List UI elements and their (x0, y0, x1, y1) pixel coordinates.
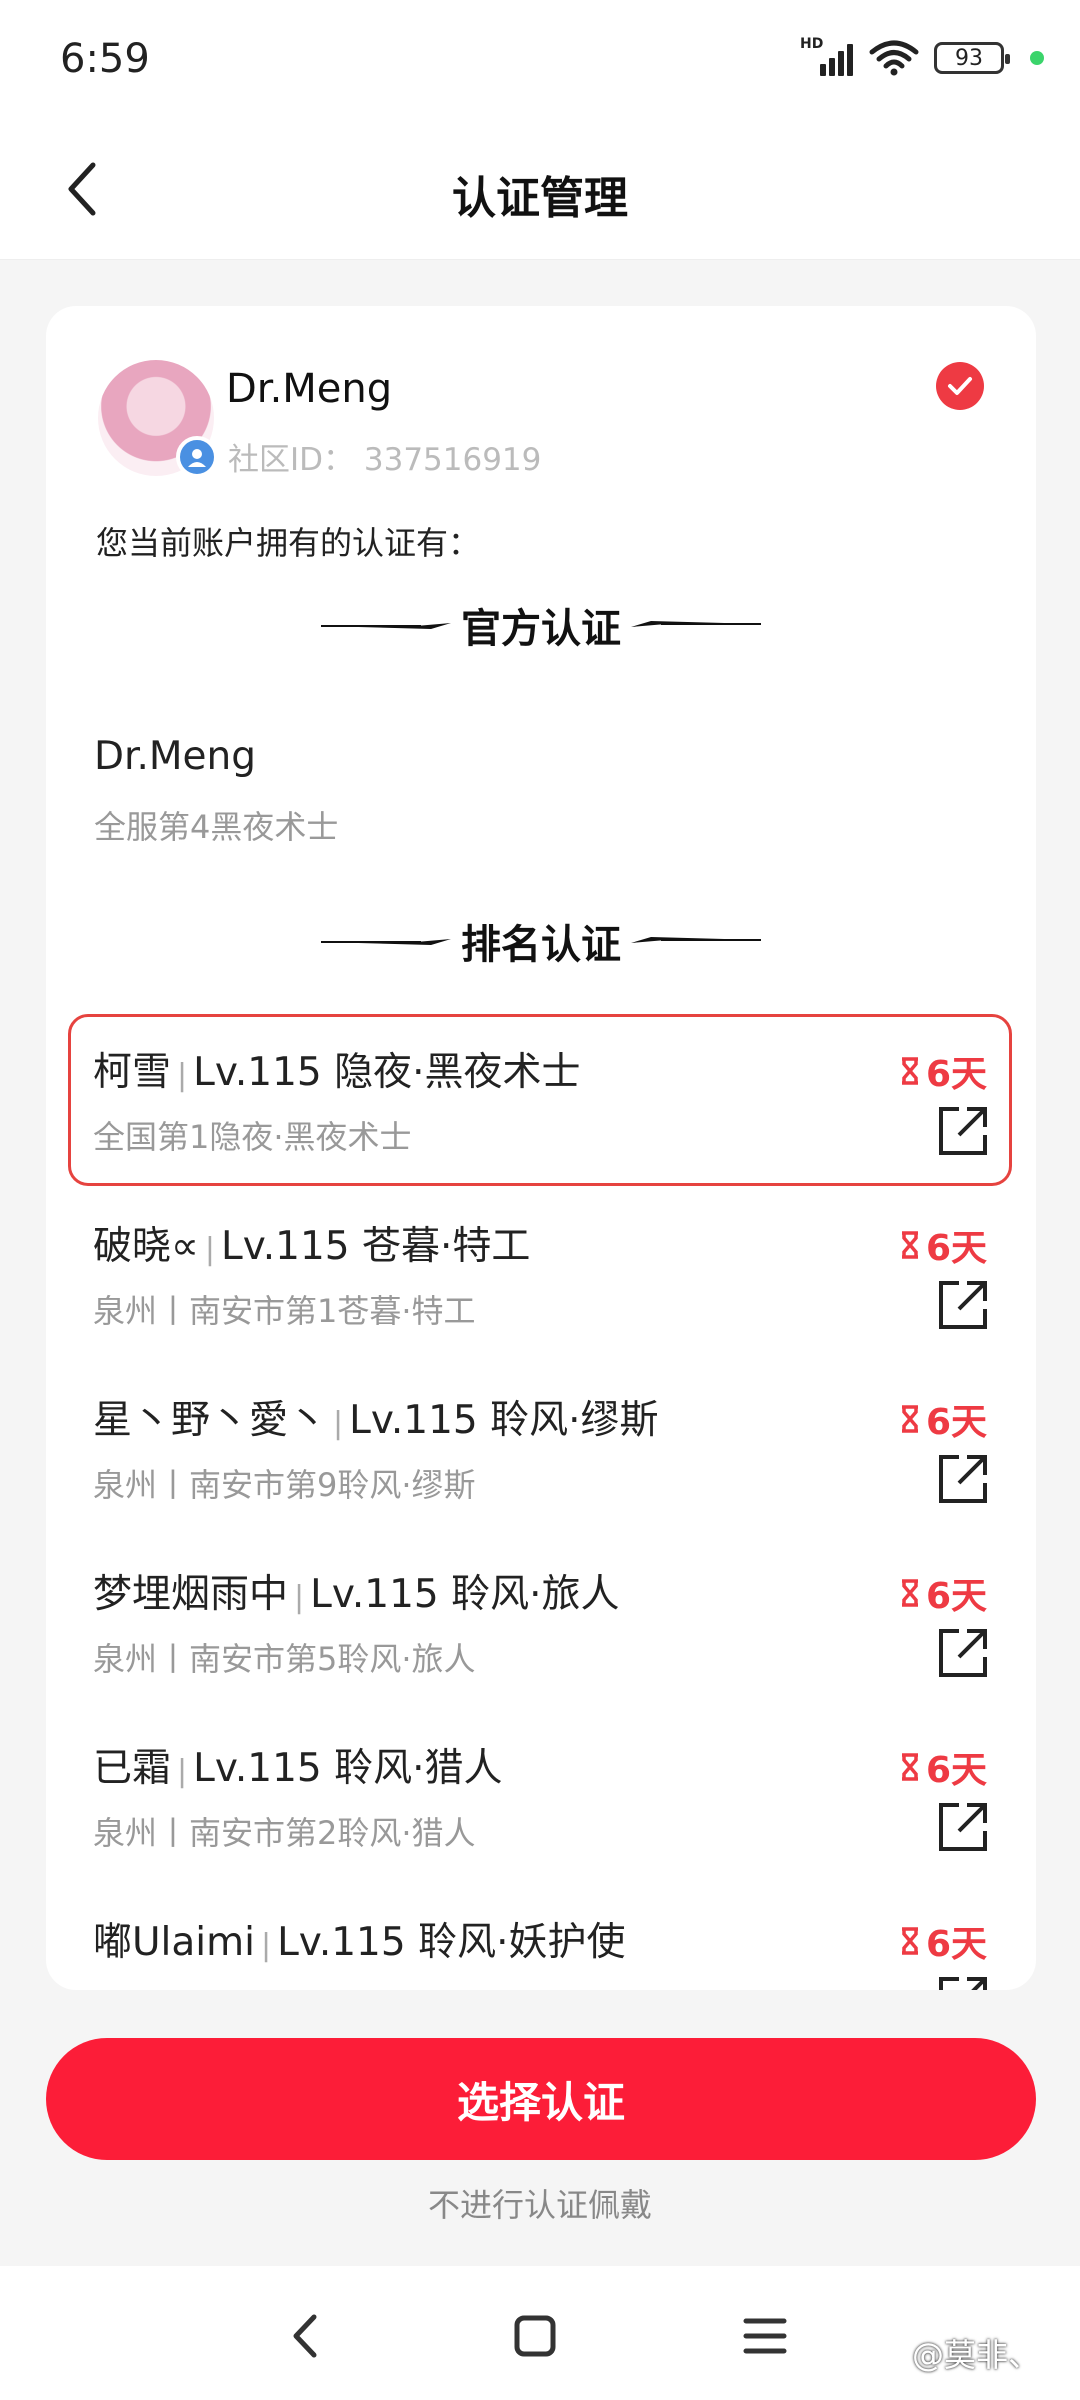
external-link-icon[interactable] (937, 1453, 989, 1505)
official-header-label: 官方认证 (461, 606, 621, 652)
separator: | (177, 1058, 188, 1093)
separator: | (204, 1232, 215, 1267)
hourglass-icon (901, 1579, 918, 1607)
ranking-days-badge: 6天 (898, 1915, 987, 1967)
battery-level: 93 (955, 45, 983, 71)
watermark: @莫非、 (911, 2336, 1040, 2374)
ranking-sub: 泉州丨南安市第5聆风·旅人 (93, 1640, 476, 1678)
ranking-detail: Lv.115 聆风·旅人 (310, 1572, 620, 1617)
decorative-line-right-icon (631, 621, 761, 627)
ranking-days: 6天 (925, 1750, 987, 1791)
square-icon (514, 2315, 556, 2357)
battery-icon: 93 (934, 42, 1010, 74)
ranking-title: 嘟Ulaimi | Lv.115 聆风·妖护使 (93, 1911, 625, 1967)
status-bar: 6:59 HD 93 (0, 0, 1080, 120)
ranking-detail: Lv.115 聆风·缪斯 (349, 1398, 659, 1443)
status-time: 6:59 (60, 36, 150, 82)
ranking-title: 梦埋烟雨中 | Lv.115 聆风·旅人 (93, 1563, 620, 1619)
intro-text: 您当前账户拥有的认证有： (96, 524, 481, 562)
hourglass-icon (901, 1405, 918, 1433)
menu-icon (743, 2318, 787, 2354)
ranking-item[interactable]: 梦埋烟雨中 | Lv.115 聆风·旅人 泉州丨南安市第5聆风·旅人 6天 (68, 1536, 1012, 1708)
ranking-sub: 泉州丨南安市第9聆风·缪斯 (93, 1466, 476, 1504)
ranking-header-label: 排名认证 (461, 922, 621, 968)
system-back-button[interactable] (275, 2306, 335, 2366)
avatar-badge-icon (176, 436, 218, 478)
separator: | (260, 1928, 272, 1963)
ranking-item[interactable]: 嘟Ulaimi | Lv.115 聆风·妖护使 6天 (68, 1884, 1012, 1990)
ranking-days-badge: 6天 (898, 1045, 987, 1097)
ranking-title: 星丶野丶愛丶 | Lv.115 聆风·缪斯 (93, 1389, 659, 1445)
ranking-section-header: 排名认证 (46, 912, 1036, 970)
select-certification-button[interactable]: 选择认证 (46, 2038, 1036, 2160)
separator: | (333, 1406, 344, 1441)
ranking-name: 嘟Ulaimi (93, 1920, 255, 1965)
ranking-name: 柯雪 (93, 1050, 172, 1095)
ranking-name: 星丶野丶愛丶 (93, 1398, 328, 1443)
separator: | (294, 1580, 305, 1615)
ranking-days-badge: 6天 (898, 1219, 987, 1271)
hourglass-icon (901, 1753, 918, 1781)
decorative-line-left-icon (321, 623, 451, 629)
official-desc: 全服第4黑夜术士 (94, 808, 339, 846)
decorative-line-right-icon (631, 937, 761, 943)
external-link-icon[interactable] (937, 1105, 989, 1157)
ranking-title: 破晓∝ | Lv.115 苍暮·特工 (93, 1215, 530, 1271)
ranking-detail: Lv.115 隐夜·黑夜术士 (193, 1050, 581, 1095)
hourglass-icon (901, 1927, 918, 1955)
status-icons: HD 93 (800, 36, 1044, 76)
ranking-item[interactable]: 破晓∝ | Lv.115 苍暮·特工 泉州丨南安市第1苍暮·特工 6天 (68, 1188, 1012, 1360)
ranking-name: 梦埋烟雨中 (93, 1572, 289, 1617)
system-nav-bar: @莫非、 (0, 2266, 1080, 2400)
ranking-days-badge: 6天 (898, 1741, 987, 1793)
ranking-days: 6天 (925, 1576, 987, 1617)
ranking-item[interactable]: 已霜 | Lv.115 聆风·猎人 泉州丨南安市第2聆风·猎人 6天 (68, 1710, 1012, 1882)
ranking-detail: Lv.115 苍暮·特工 (220, 1224, 531, 1269)
community-id: 社区ID： 337516919 (228, 442, 542, 478)
external-link-icon[interactable] (937, 1627, 989, 1679)
ranking-sub: 泉州丨南安市第1苍暮·特工 (93, 1292, 476, 1330)
ranking-days-badge: 6天 (898, 1567, 987, 1619)
ranking-days-badge: 6天 (898, 1393, 987, 1445)
chevron-left-icon (293, 2314, 317, 2358)
system-menu-button[interactable] (735, 2306, 795, 2366)
ranking-item[interactable]: 星丶野丶愛丶 | Lv.115 聆风·缪斯 泉州丨南安市第9聆风·缪斯 6天 (68, 1362, 1012, 1534)
ranking-detail: Lv.115 聆风·猎人 (193, 1746, 503, 1791)
nav-bar: 认证管理 (0, 120, 1080, 260)
external-link-icon[interactable] (937, 1801, 989, 1853)
decorative-line-left-icon (321, 939, 451, 945)
hourglass-icon (901, 1231, 918, 1259)
signal-icon: HD (800, 36, 854, 76)
separator: | (177, 1754, 188, 1789)
ranking-sub: 全国第1隐夜·黑夜术士 (93, 1118, 412, 1156)
privacy-dot-icon (1030, 51, 1044, 65)
ranking-days: 6天 (925, 1054, 987, 1095)
ranking-name: 已霜 (93, 1746, 172, 1791)
external-link-icon[interactable] (937, 1279, 989, 1331)
page-title: 认证管理 (452, 173, 628, 224)
ranking-sub: 泉州丨南安市第2聆风·猎人 (93, 1814, 476, 1852)
official-name: Dr.Meng (94, 734, 256, 779)
external-link-icon[interactable] (937, 1975, 989, 1990)
ranking-item-selected[interactable]: 柯雪 | Lv.115 隐夜·黑夜术士 全国第1隐夜·黑夜术士 6天 (68, 1014, 1012, 1186)
ranking-days: 6天 (925, 1228, 987, 1269)
hourglass-icon (901, 1057, 918, 1085)
wifi-icon (869, 40, 919, 76)
user-name: Dr.Meng (226, 366, 393, 412)
official-section-header: 官方认证 (46, 596, 1036, 654)
certification-card: Dr.Meng 社区ID： 337516919 您当前账户拥有的认证有： 官方认… (46, 306, 1036, 1990)
ranking-detail: Lv.115 聆风·妖护使 (277, 1920, 626, 1965)
ranking-days: 6天 (925, 1402, 987, 1443)
ranking-title: 已霜 | Lv.115 聆风·猎人 (93, 1737, 503, 1793)
check-icon (936, 362, 984, 410)
ranking-name: 破晓∝ (93, 1224, 199, 1269)
skip-certification-link[interactable]: 不进行认证佩戴 (0, 2180, 1080, 2226)
ranking-days: 6天 (925, 1924, 987, 1965)
hd-tag: HD (800, 36, 824, 52)
ranking-title: 柯雪 | Lv.115 隐夜·黑夜术士 (93, 1041, 581, 1097)
system-home-button[interactable] (505, 2306, 565, 2366)
